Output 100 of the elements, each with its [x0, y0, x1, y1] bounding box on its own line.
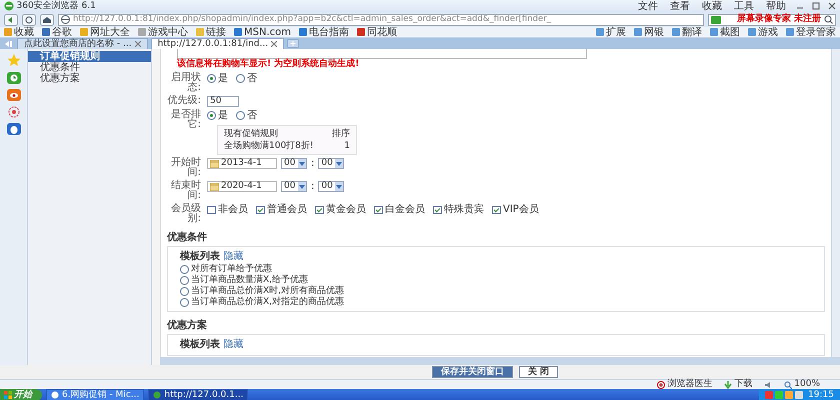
checkbox-option[interactable]: 普通会员: [256, 204, 307, 215]
dropdown-arrow-icon: [336, 162, 342, 166]
date-field[interactable]: 2020-4-1: [207, 181, 277, 192]
vertical-scrollbar[interactable]: [831, 49, 840, 357]
download-icon: [724, 380, 732, 388]
close-icon[interactable]: [134, 41, 141, 47]
radio-option[interactable]: 是: [207, 73, 228, 84]
time-select[interactable]: 00: [281, 181, 307, 192]
bookmark-icon: [138, 28, 146, 36]
bookmark-link[interactable]: 收藏: [4, 26, 34, 38]
zoom-control[interactable]: 100%: [784, 380, 820, 389]
sidebar-item[interactable]: 订单促销规则: [28, 51, 151, 62]
start-button[interactable]: 开始: [0, 389, 42, 400]
time-separator: :: [311, 181, 314, 192]
sidebar-item[interactable]: 优惠条件: [28, 62, 151, 73]
field-label: 优先级:: [167, 96, 201, 106]
hide-link[interactable]: 隐藏: [223, 339, 244, 350]
tray-icons-drawing: [765, 391, 806, 399]
browser-tab[interactable]: http://127.0.0.1:81/ind...: [150, 38, 284, 49]
status-item[interactable]: 浏览器医生: [657, 380, 712, 389]
bookmark-link[interactable]: 链接: [196, 26, 226, 38]
menu-item[interactable]: 查看: [670, 0, 690, 12]
extension-icon: [748, 28, 756, 36]
extension-icon: [596, 28, 604, 36]
browser-tab[interactable]: 点此设置您商店的名称 - ...: [17, 38, 148, 49]
template-list-label: 模板列表: [180, 251, 220, 262]
radio-option[interactable]: 否: [236, 110, 257, 121]
save-close-button[interactable]: 保存并关闭窗口: [432, 366, 513, 378]
priority-field[interactable]: 50: [207, 96, 239, 107]
section-title: 优惠方案: [167, 320, 208, 331]
search-field[interactable]: 屏幕录像专家 未注册: [708, 14, 836, 26]
bookmark-link[interactable]: 网址大全: [80, 26, 130, 38]
column-header: 现有促销规则: [224, 128, 278, 140]
radio-option[interactable]: 当订单商品总价满X,对指定的商品优惠: [180, 297, 816, 308]
checkbox-option[interactable]: 非会员: [207, 204, 248, 215]
status-item[interactable]: 下载: [724, 380, 752, 389]
field-label: 结束时间:: [170, 181, 201, 201]
checkbox-option[interactable]: 特殊贵宾: [433, 204, 484, 215]
bookmark-icon: [80, 28, 88, 36]
column-header: 排序: [332, 128, 350, 140]
sidebar-item[interactable]: 优惠方案: [28, 73, 151, 84]
extension-icon: [634, 28, 642, 36]
date-field[interactable]: 2013-4-1: [207, 158, 277, 169]
bookmark-icon: [4, 28, 12, 36]
extension-button[interactable]: 登录管家: [786, 26, 836, 38]
bookmark-link[interactable]: 游戏中心: [138, 26, 188, 38]
address-field[interactable]: http://127.0.0.1:81/index.php/shopadmin/index.php?app=b2c&ctl=admin_sales_order&act=add&_finder[finder_: [58, 14, 704, 26]
star-icon[interactable]: [6, 53, 20, 67]
radio-option[interactable]: 是: [207, 110, 228, 121]
refresh-icon[interactable]: [22, 14, 36, 26]
radio-option[interactable]: 当订单商品数量满X,给予优惠: [180, 275, 816, 286]
time-select[interactable]: 00: [318, 158, 344, 169]
bookmark-link[interactable]: 电台指南: [299, 26, 349, 38]
extension-button[interactable]: 游戏: [748, 26, 778, 38]
extension-button[interactable]: 翻译: [672, 26, 702, 38]
doctor-icon: [657, 380, 666, 388]
target-icon[interactable]: [6, 106, 20, 118]
checkbox-option[interactable]: VIP会员: [492, 204, 539, 215]
radio-option[interactable]: 对所有订单给予优惠: [180, 264, 816, 275]
new-tab-icon[interactable]: [287, 39, 300, 48]
extension-button[interactable]: 网银: [634, 26, 664, 38]
checkbox-option[interactable]: 黄金会员: [315, 204, 366, 215]
close-icon[interactable]: [828, 2, 836, 10]
bookmark-icon: [234, 28, 242, 36]
sidebar-toggle-icon[interactable]: [4, 40, 14, 48]
windows-logo-icon: [4, 391, 12, 399]
dropdown-arrow-icon: [299, 184, 305, 188]
menu-item[interactable]: 收藏: [702, 0, 722, 12]
menu-item[interactable]: 文件: [638, 0, 658, 12]
menu-item[interactable]: 工具: [734, 0, 754, 12]
url-text: http://127.0.0.1:81/index.php/shopadmin/index.php?app=b2c&ctl=admin_sales_order&act=add&_finder[finder_: [73, 14, 551, 24]
radio-option[interactable]: 当订单商品总价满X时,对所有商品优惠: [180, 286, 816, 297]
radio-option[interactable]: 否: [236, 73, 257, 84]
time-select[interactable]: 00: [318, 181, 344, 192]
hide-link[interactable]: 隐藏: [223, 251, 244, 262]
eye-icon[interactable]: [6, 89, 20, 101]
maximize-icon[interactable]: [812, 2, 820, 10]
extension-button[interactable]: 扩展: [596, 26, 626, 38]
bookmark-link[interactable]: MSN.com: [234, 26, 291, 38]
search-icon: [824, 15, 833, 24]
field-label: 会员级别:: [170, 204, 201, 224]
bookmark-link[interactable]: 同花顺: [357, 26, 397, 38]
close-button[interactable]: 关 闭: [518, 366, 558, 378]
menu-item[interactable]: 帮助: [766, 0, 786, 12]
note-text: 该信息将在购物车显示! 为空则系统自动生成!: [177, 59, 360, 70]
taskbar-button[interactable]: http://127.0.0.1...: [148, 389, 248, 400]
field-label: 是否排它:: [170, 110, 201, 130]
home-icon[interactable]: [40, 14, 54, 26]
time-select[interactable]: 00: [281, 158, 307, 169]
horizontal-scrollbar[interactable]: [160, 357, 840, 365]
checkbox-option[interactable]: 白金会员: [374, 204, 425, 215]
close-icon[interactable]: [271, 41, 278, 47]
bookmark-link[interactable]: 谷歌: [42, 26, 72, 38]
clock-icon[interactable]: [6, 72, 20, 84]
dropdown-arrow-icon: [336, 184, 342, 188]
app-icon: [51, 391, 59, 399]
textarea-field[interactable]: [177, 49, 587, 59]
time-separator: :: [311, 158, 314, 169]
taskbar-button[interactable]: 6.网购促销 - Mic...: [46, 389, 144, 400]
extension-button[interactable]: 截图: [710, 26, 740, 38]
